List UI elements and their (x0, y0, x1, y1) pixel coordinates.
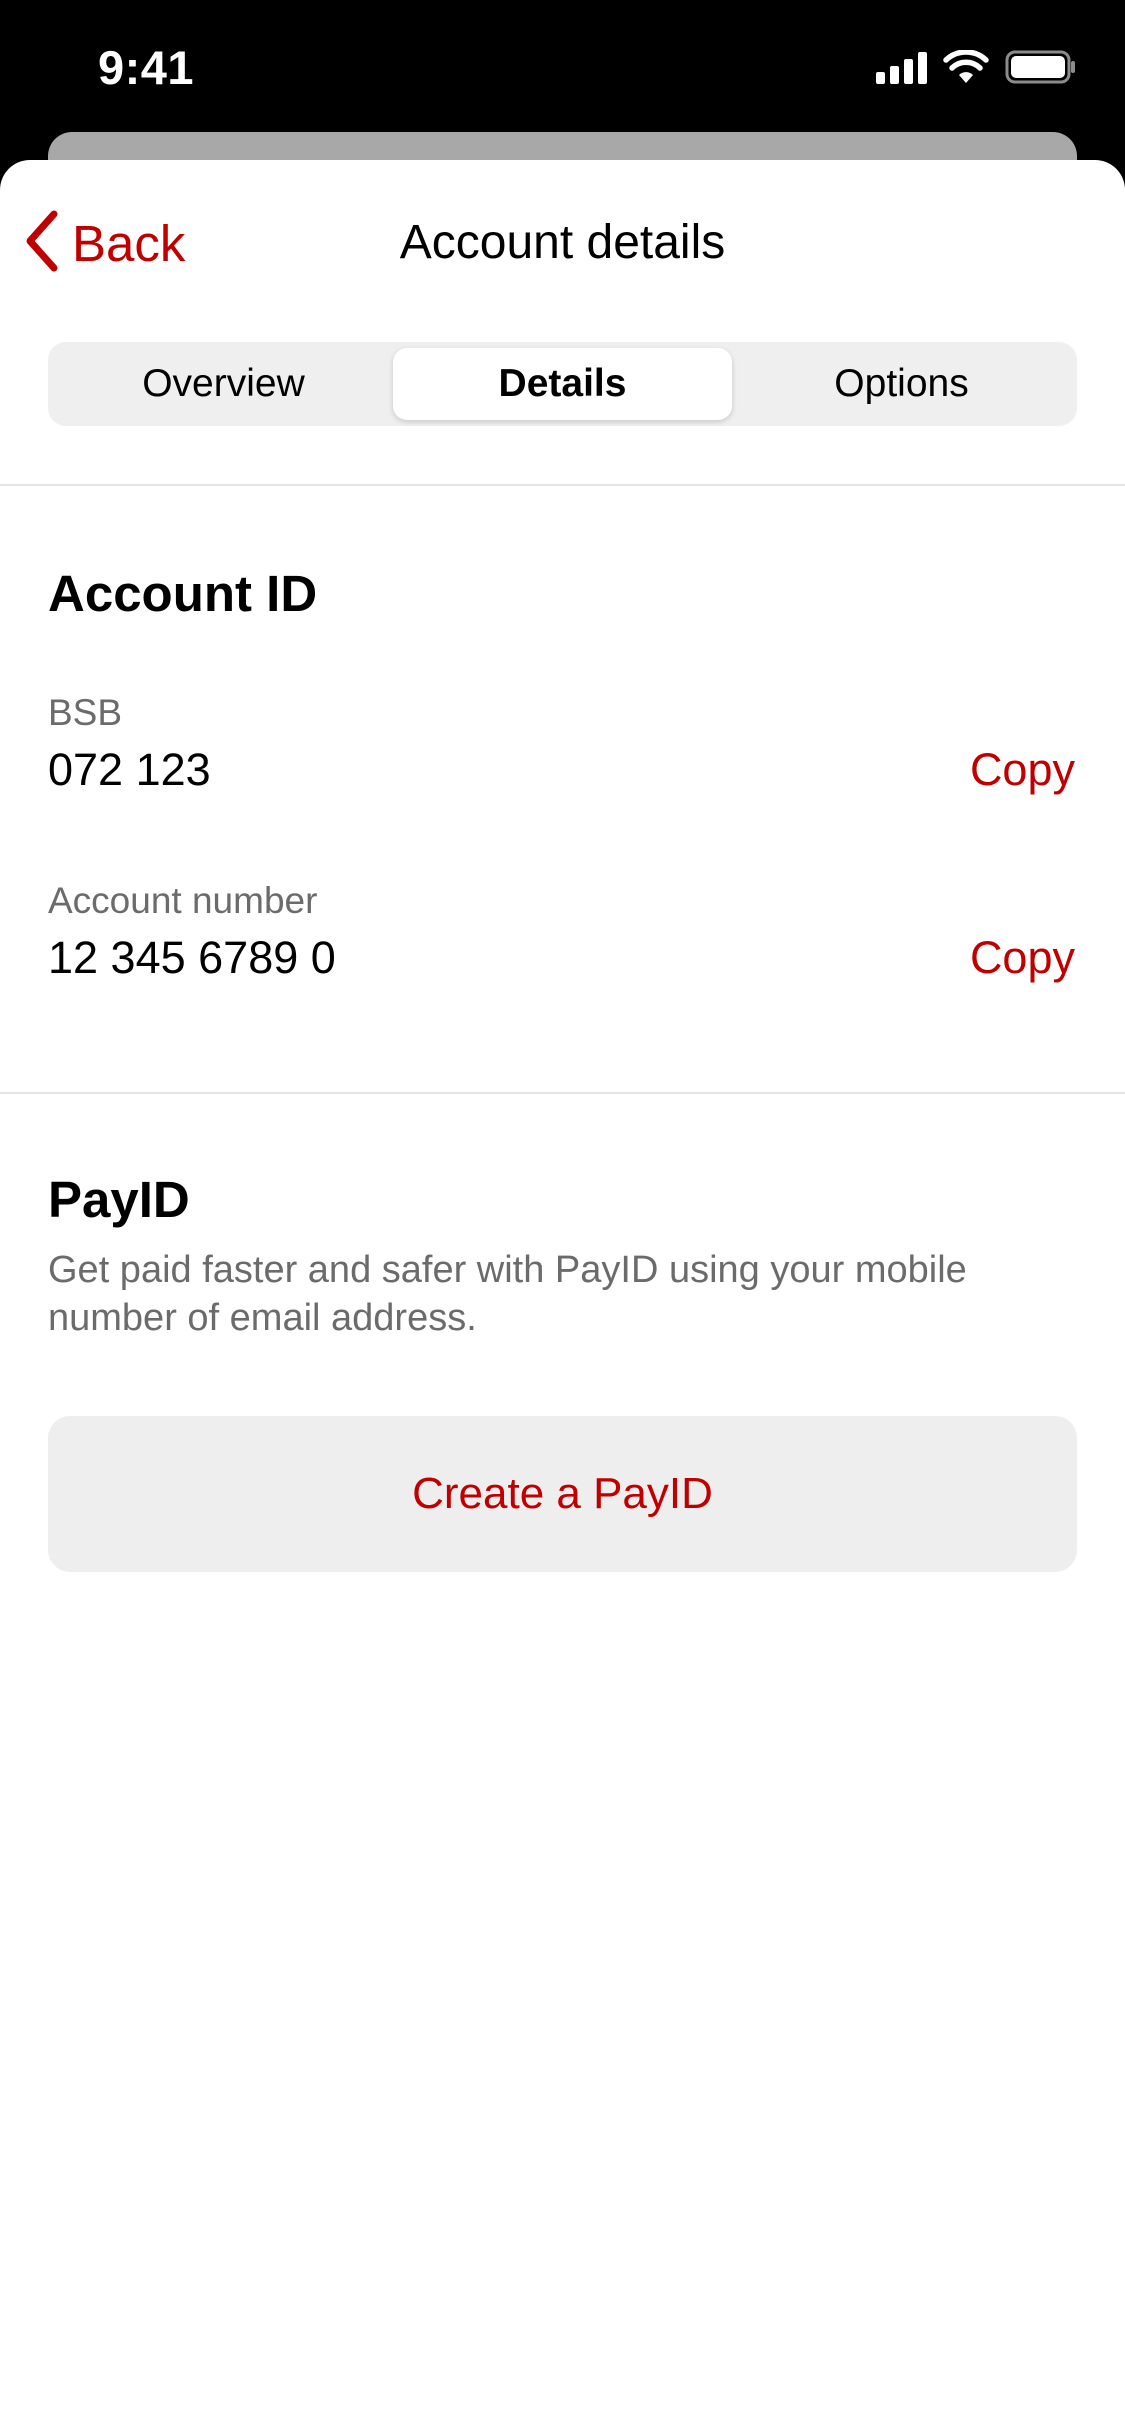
bsb-value: 072 123 (48, 744, 211, 795)
payid-description: Get paid faster and safer with PayID usi… (48, 1249, 967, 1339)
copy-account-number-button[interactable]: Copy (970, 932, 1075, 984)
status-bar: 9:41 (0, 0, 1125, 132)
create-payid-button[interactable]: Create a PayID (48, 1416, 1077, 1572)
screen: 9:41 Back Account details Overview Detai… (0, 0, 1125, 2436)
bsb-label: BSB (48, 692, 123, 733)
create-payid-label: Create a PayID (412, 1469, 713, 1518)
tab-overview[interactable]: Overview (54, 348, 393, 420)
status-time: 9:41 (98, 41, 195, 94)
copy-bsb-button[interactable]: Copy (970, 744, 1075, 796)
tab-options[interactable]: Options (732, 348, 1071, 420)
account-number-label: Account number (48, 880, 318, 921)
payid-heading: PayID (48, 1171, 190, 1228)
divider (0, 1092, 1125, 1094)
status-icons (876, 50, 1077, 84)
cellular-signal-icon (876, 50, 927, 84)
segmented-control: Overview Details Options (48, 342, 1077, 426)
tab-details[interactable]: Details (393, 348, 732, 420)
wifi-icon (943, 50, 989, 84)
account-details-sheet: Back Account details Overview Details Op… (0, 160, 1125, 2436)
divider (0, 484, 1125, 486)
navigation-bar: Back Account details (0, 160, 1125, 328)
account-number-value: 12 345 6789 0 (48, 932, 336, 983)
account-id-heading: Account ID (48, 565, 318, 622)
page-title: Account details (399, 216, 726, 269)
battery-icon (1005, 50, 1077, 84)
